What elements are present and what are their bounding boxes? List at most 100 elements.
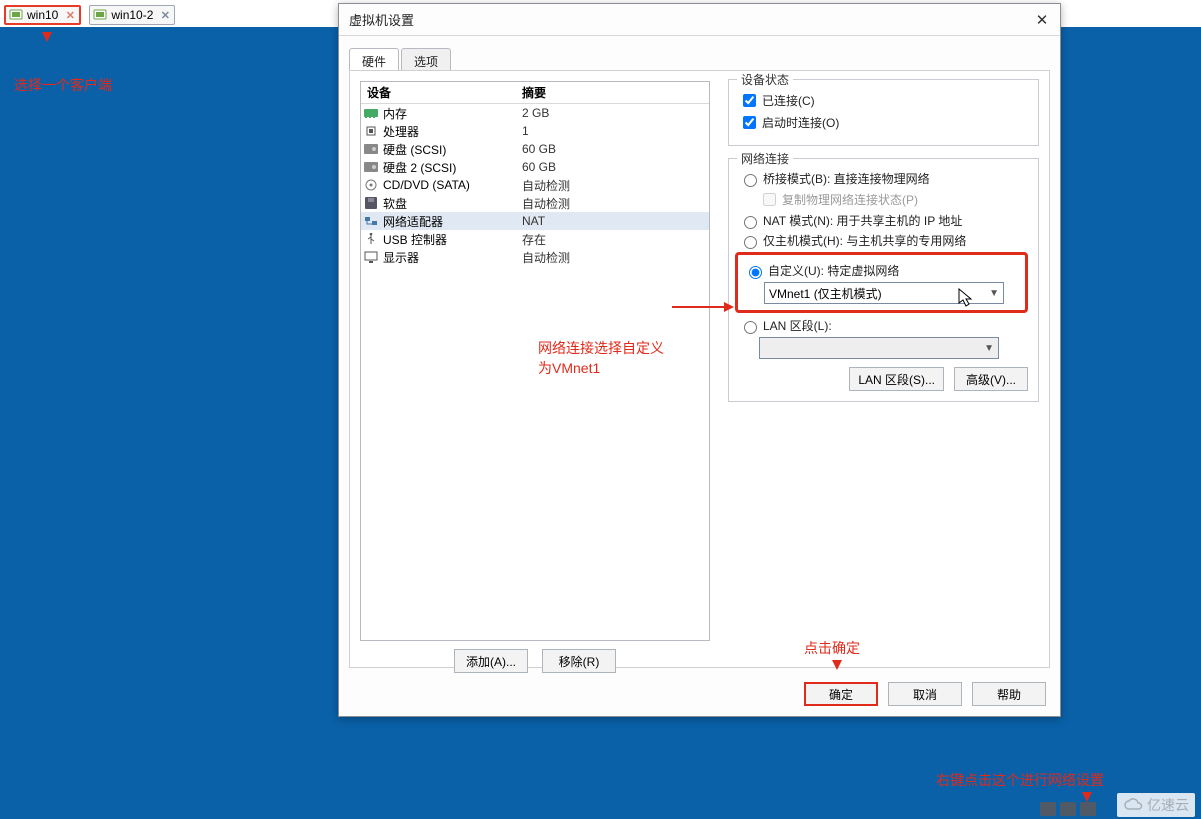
hw-cd[interactable]: CD/DVD (SATA) 自动检测 [361, 176, 709, 194]
annotation-arrow-right-icon [672, 306, 732, 308]
custom-label: 自定义(U): 特定虚拟网络 [768, 262, 899, 279]
hw-summary: 自动检测 [516, 177, 709, 194]
tray-network-icon[interactable] [1080, 802, 1096, 816]
bridged-label: 桥接模式(B): 直接连接物理网络 [763, 170, 930, 187]
connected-checkbox-row[interactable]: 已连接(C) [739, 91, 1028, 110]
vm-tab-label: win10-2 [111, 8, 153, 22]
hw-summary: 60 GB [516, 142, 709, 156]
fieldset-title: 设备状态 [737, 71, 793, 88]
vm-tab-win10-2[interactable]: win10-2 ✕ [89, 5, 175, 25]
floppy-icon [361, 197, 381, 209]
connected-checkbox[interactable] [743, 94, 756, 107]
hardware-list: 设备 摘要 内存 2 GB 处理器 1 硬盘 (SCSI) 60 GB 硬盘 2… [360, 81, 710, 641]
replicate-checkbox-row: 复制物理网络连接状态(P) [759, 190, 1028, 209]
close-icon[interactable]: ✕ [159, 9, 171, 21]
watermark-text: 亿速云 [1147, 795, 1189, 815]
memory-icon [361, 108, 381, 118]
hostonly-label: 仅主机模式(H): 与主机共享的专用网络 [763, 232, 966, 249]
hostonly-radio[interactable] [744, 236, 757, 249]
hw-summary: 2 GB [516, 106, 709, 120]
hw-memory[interactable]: 内存 2 GB [361, 104, 709, 122]
hw-cpu[interactable]: 处理器 1 [361, 122, 709, 140]
annotation-arrow-down-icon [1082, 792, 1092, 802]
dialog-close-button[interactable]: ✕ [1032, 10, 1052, 30]
hw-summary: NAT [516, 214, 709, 228]
vm-icon [93, 8, 107, 22]
col-device: 设备 [361, 84, 516, 101]
watermark: 亿速云 [1117, 793, 1195, 817]
replicate-label: 复制物理网络连接状态(P) [782, 191, 918, 208]
hw-summary: 自动检测 [516, 249, 709, 266]
vm-tab-bar: win10 ✕ win10-2 ✕ [4, 5, 175, 25]
vm-tab-label: win10 [27, 8, 58, 22]
cloud-icon [1123, 798, 1143, 812]
lan-segment-radio-row[interactable]: LAN 区段(L): [739, 317, 1028, 334]
lan-segments-button[interactable]: LAN 区段(S)... [849, 367, 944, 391]
advanced-button[interactable]: 高级(V)... [954, 367, 1028, 391]
network-connection-fieldset: 网络连接 桥接模式(B): 直接连接物理网络 复制物理网络连接状态(P) NAT… [728, 158, 1039, 402]
hw-summary: 60 GB [516, 160, 709, 174]
hw-summary: 自动检测 [516, 195, 709, 212]
col-summary: 摘要 [516, 84, 709, 101]
hw-floppy[interactable]: 软盘 自动检测 [361, 194, 709, 212]
fieldset-title: 网络连接 [737, 150, 793, 167]
settings-right-panel: 设备状态 已连接(C) 启动时连接(O) 网络连接 桥接模式(B): 直接连接物… [728, 79, 1039, 414]
hw-network-adapter[interactable]: 网络适配器 NAT [361, 212, 709, 230]
custom-radio[interactable] [749, 266, 762, 279]
display-icon [361, 251, 381, 263]
hw-name: 处理器 [381, 123, 516, 140]
chevron-down-icon: ▼ [989, 288, 999, 299]
usb-icon [361, 233, 381, 245]
vm-icon [9, 8, 23, 22]
replicate-checkbox [763, 193, 776, 206]
hardware-list-header: 设备 摘要 [361, 82, 709, 104]
help-button[interactable]: 帮助 [972, 682, 1046, 706]
nat-label: NAT 模式(N): 用于共享主机的 IP 地址 [763, 212, 962, 229]
hostonly-radio-row[interactable]: 仅主机模式(H): 与主机共享的专用网络 [739, 232, 1028, 249]
nat-radio[interactable] [744, 216, 757, 229]
annotation-arrow-down-icon [42, 32, 52, 42]
device-state-fieldset: 设备状态 已连接(C) 启动时连接(O) [728, 79, 1039, 146]
nat-radio-row[interactable]: NAT 模式(N): 用于共享主机的 IP 地址 [739, 212, 1028, 229]
chevron-down-icon: ▼ [984, 343, 994, 354]
status-tray [1040, 802, 1096, 816]
hw-summary: 1 [516, 124, 709, 138]
custom-network-value: VMnet1 (仅主机模式) [769, 285, 882, 302]
hw-name: 显示器 [381, 249, 516, 266]
dialog-title: 虚拟机设置 [339, 4, 1060, 36]
hw-name: 硬盘 (SCSI) [381, 141, 516, 158]
hw-disk2[interactable]: 硬盘 2 (SCSI) 60 GB [361, 158, 709, 176]
tray-disk-icon[interactable] [1040, 802, 1056, 816]
tray-cd-icon[interactable] [1060, 802, 1076, 816]
custom-network-select[interactable]: VMnet1 (仅主机模式) ▼ [764, 282, 1004, 304]
cd-icon [361, 179, 381, 191]
hw-name: CD/DVD (SATA) [381, 178, 516, 192]
vm-settings-dialog: 虚拟机设置 ✕ 硬件 选项 设备 摘要 内存 2 GB 处理器 1 硬盘 [338, 3, 1061, 717]
custom-radio-row[interactable]: 自定义(U): 特定虚拟网络 [744, 262, 1019, 279]
hw-name: USB 控制器 [381, 231, 516, 248]
cancel-button[interactable]: 取消 [888, 682, 962, 706]
lan-segment-radio[interactable] [744, 321, 757, 334]
network-extra-buttons: LAN 区段(S)... 高级(V)... [739, 367, 1028, 391]
hw-name: 硬盘 2 (SCSI) [381, 159, 516, 176]
dialog-footer: 确定 取消 帮助 [804, 682, 1046, 706]
connected-label: 已连接(C) [762, 92, 815, 109]
hw-disk1[interactable]: 硬盘 (SCSI) 60 GB [361, 140, 709, 158]
network-icon [361, 215, 381, 227]
connect-at-start-checkbox-row[interactable]: 启动时连接(O) [739, 113, 1028, 132]
hw-display[interactable]: 显示器 自动检测 [361, 248, 709, 266]
cpu-icon [361, 125, 381, 137]
remove-hardware-button[interactable]: 移除(R) [542, 649, 616, 673]
close-icon[interactable]: ✕ [64, 9, 76, 21]
add-hardware-button[interactable]: 添加(A)... [454, 649, 528, 673]
dialog-pane: 设备 摘要 内存 2 GB 处理器 1 硬盘 (SCSI) 60 GB 硬盘 2… [349, 70, 1050, 668]
lan-segment-label: LAN 区段(L): [763, 317, 832, 334]
connect-at-start-checkbox[interactable] [743, 116, 756, 129]
ok-button[interactable]: 确定 [804, 682, 878, 706]
hw-usb[interactable]: USB 控制器 存在 [361, 230, 709, 248]
hw-name: 网络适配器 [381, 213, 516, 230]
vm-tab-win10[interactable]: win10 ✕ [4, 5, 81, 25]
hw-name: 软盘 [381, 195, 516, 212]
bridged-radio-row[interactable]: 桥接模式(B): 直接连接物理网络 [739, 170, 1028, 187]
bridged-radio[interactable] [744, 174, 757, 187]
